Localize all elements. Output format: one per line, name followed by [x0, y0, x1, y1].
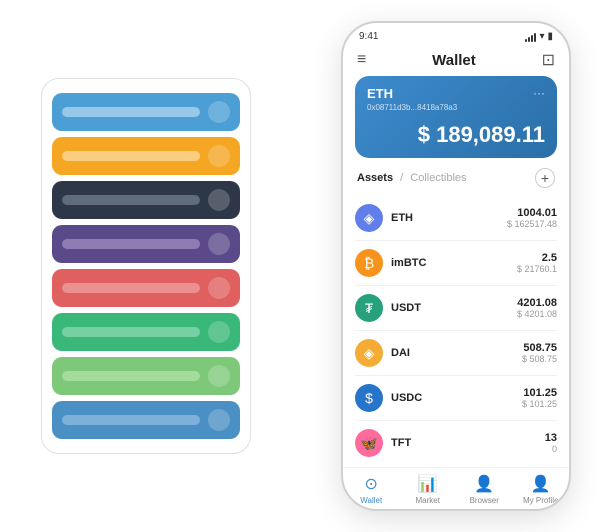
- card-dot-8: [208, 409, 230, 431]
- card-row-5[interactable]: [52, 269, 240, 307]
- card-bar-4: [62, 239, 200, 249]
- assets-header: Assets / Collectibles +: [343, 168, 569, 196]
- imbtc-amount: 2.5: [517, 252, 557, 264]
- nav-wallet[interactable]: ⊙ Wallet: [343, 474, 400, 505]
- add-asset-button[interactable]: +: [535, 168, 555, 188]
- usdt-amount: 4201.08: [517, 297, 557, 309]
- wallet-nav-icon: ⊙: [365, 474, 378, 494]
- card-row-6[interactable]: [52, 313, 240, 351]
- card-bar-5: [62, 283, 200, 293]
- imbtc-name: imBTC: [391, 257, 517, 269]
- card-dot-1: [208, 101, 230, 123]
- card-dot-5: [208, 277, 230, 299]
- market-nav-label: Market: [416, 496, 440, 505]
- market-nav-icon: 📊: [418, 474, 438, 494]
- card-bar-6: [62, 327, 200, 337]
- card-dot-4: [208, 233, 230, 255]
- card-stack: [41, 78, 251, 454]
- dai-values: 508.75 $ 508.75: [522, 342, 557, 364]
- usdc-name: USDC: [391, 392, 522, 404]
- phone-header: ≡ Wallet ⊡: [343, 46, 569, 76]
- usdt-usd: $ 4201.08: [517, 309, 557, 319]
- eth-amount: 1004.01: [507, 207, 557, 219]
- status-bar: 9:41 ▾ ▮: [343, 23, 569, 46]
- wifi-icon: ▾: [539, 31, 544, 42]
- scan-icon[interactable]: ⊡: [542, 50, 555, 70]
- dai-usd: $ 508.75: [522, 354, 557, 364]
- eth-card-amount: $ 189,089.11: [367, 122, 545, 148]
- tab-separator: /: [400, 172, 403, 184]
- card-bar-1: [62, 107, 200, 117]
- card-dot-3: [208, 189, 230, 211]
- wallet-nav-label: Wallet: [360, 496, 382, 505]
- asset-tabs: Assets / Collectibles: [357, 172, 467, 184]
- card-bar-3: [62, 195, 200, 205]
- status-time: 9:41: [359, 31, 378, 42]
- asset-item-usdt[interactable]: ₮ USDT 4201.08 $ 4201.08: [355, 286, 557, 331]
- card-dot-2: [208, 145, 230, 167]
- status-icons: ▾ ▮: [525, 31, 553, 42]
- card-dot-6: [208, 321, 230, 343]
- phone-mockup: 9:41 ▾ ▮ ≡ Wallet ⊡ ETH ···: [341, 21, 571, 511]
- asset-item-usdc[interactable]: $ USDC 101.25 $ 101.25: [355, 376, 557, 421]
- imbtc-values: 2.5 $ 21760.1: [517, 252, 557, 274]
- usdt-icon: ₮: [355, 294, 383, 322]
- card-row-1[interactable]: [52, 93, 240, 131]
- card-dot-7: [208, 365, 230, 387]
- tab-collectibles[interactable]: Collectibles: [410, 172, 466, 184]
- usdt-name: USDT: [391, 302, 517, 314]
- signal-icon: [525, 32, 536, 42]
- card-bar-2: [62, 151, 200, 161]
- page-title: Wallet: [432, 52, 476, 69]
- eth-card-label: ETH: [367, 86, 393, 101]
- nav-market[interactable]: 📊 Market: [400, 474, 457, 505]
- browser-nav-label: Browser: [470, 496, 499, 505]
- eth-card-address: 0x08711d3b...8418a78a3: [367, 103, 545, 112]
- card-bar-8: [62, 415, 200, 425]
- imbtc-icon: ₿: [355, 249, 383, 277]
- usdc-values: 101.25 $ 101.25: [522, 387, 557, 409]
- dai-name: DAI: [391, 347, 522, 359]
- tft-icon: 🦋: [355, 429, 383, 457]
- asset-item-eth[interactable]: ◈ ETH 1004.01 $ 162517.48: [355, 196, 557, 241]
- nav-browser[interactable]: 👤 Browser: [456, 474, 513, 505]
- battery-icon: ▮: [547, 31, 553, 42]
- profile-nav-label: My Profile: [523, 496, 559, 505]
- profile-nav-icon: 👤: [531, 474, 551, 494]
- card-bar-7: [62, 371, 200, 381]
- eth-card[interactable]: ETH ··· 0x08711d3b...8418a78a3 $ 189,089…: [355, 76, 557, 158]
- card-row-4[interactable]: [52, 225, 240, 263]
- asset-item-tft[interactable]: 🦋 TFT 13 0: [355, 421, 557, 465]
- card-row-8[interactable]: [52, 401, 240, 439]
- card-row-3[interactable]: [52, 181, 240, 219]
- bottom-nav: ⊙ Wallet 📊 Market 👤 Browser 👤 My Profile: [343, 467, 569, 509]
- usdt-values: 4201.08 $ 4201.08: [517, 297, 557, 319]
- usdc-amount: 101.25: [522, 387, 557, 399]
- menu-icon[interactable]: ≡: [357, 51, 366, 69]
- eth-icon: ◈: [355, 204, 383, 232]
- eth-name: ETH: [391, 212, 507, 224]
- scene: 9:41 ▾ ▮ ≡ Wallet ⊡ ETH ···: [11, 11, 591, 521]
- usdc-icon: $: [355, 384, 383, 412]
- dai-amount: 508.75: [522, 342, 557, 354]
- nav-profile[interactable]: 👤 My Profile: [513, 474, 570, 505]
- asset-item-dai[interactable]: ◈ DAI 508.75 $ 508.75: [355, 331, 557, 376]
- usdc-usd: $ 101.25: [522, 399, 557, 409]
- asset-item-imbtc[interactable]: ₿ imBTC 2.5 $ 21760.1: [355, 241, 557, 286]
- tft-amount: 13: [545, 432, 557, 444]
- card-row-7[interactable]: [52, 357, 240, 395]
- browser-nav-icon: 👤: [474, 474, 494, 494]
- card-row-2[interactable]: [52, 137, 240, 175]
- tft-name: TFT: [391, 437, 545, 449]
- eth-card-more[interactable]: ···: [533, 86, 545, 100]
- tab-assets[interactable]: Assets: [357, 172, 393, 184]
- eth-values: 1004.01 $ 162517.48: [507, 207, 557, 229]
- tft-usd: 0: [545, 444, 557, 454]
- eth-card-top: ETH ···: [367, 86, 545, 101]
- tft-values: 13 0: [545, 432, 557, 454]
- eth-usd: $ 162517.48: [507, 219, 557, 229]
- asset-list: ◈ ETH 1004.01 $ 162517.48 ₿ imBTC 2.5 $ …: [343, 196, 569, 467]
- dai-icon: ◈: [355, 339, 383, 367]
- imbtc-usd: $ 21760.1: [517, 264, 557, 274]
